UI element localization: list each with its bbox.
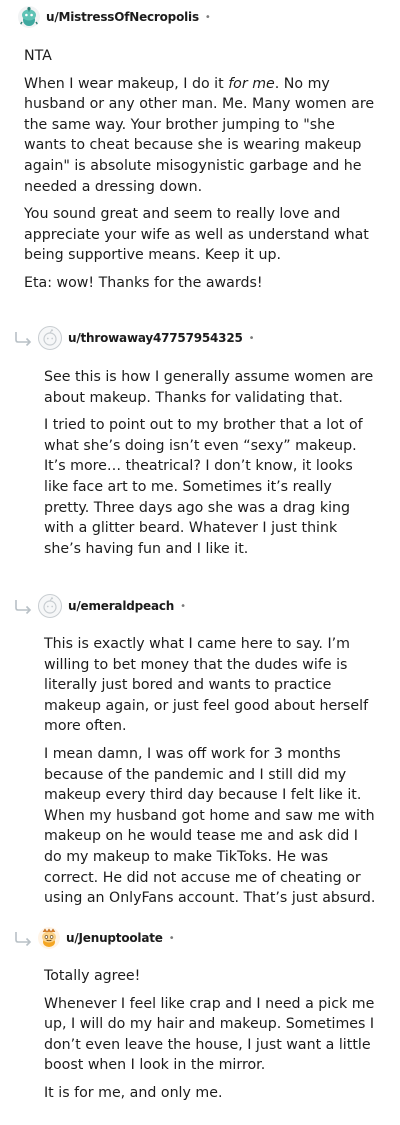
comment: u/MistressOfNecropolis • NTA When I wear… — [0, 0, 400, 300]
comment-paragraph: This is exactly what I came here to say.… — [44, 636, 369, 735]
comment-body: NTA When I wear makeup, I do it for me. … — [24, 46, 376, 301]
avatar[interactable] — [38, 326, 62, 350]
comment-paragraph: When I wear makeup, I do it for me. No m… — [24, 74, 376, 198]
text-span: When I wear makeup, I do it — [24, 75, 229, 92]
emphasis-text: for me — [228, 75, 275, 92]
avatar[interactable] — [18, 6, 40, 28]
avatar[interactable] — [38, 927, 60, 949]
comment: u/throwaway47757954325 • See this is how… — [0, 318, 400, 588]
username[interactable]: u/emeraldpeach — [68, 599, 174, 613]
comment-paragraph: Eta: wow! Thanks for the awards! — [24, 274, 263, 291]
username[interactable]: u/throwaway47757954325 — [68, 331, 243, 345]
separator-dot: • — [248, 332, 255, 344]
comment-paragraph: I mean damn, I was off work for 3 months… — [44, 745, 376, 907]
comment-header: u/emeraldpeach • — [38, 594, 186, 618]
username[interactable]: u/Jenuptoolate — [66, 931, 163, 945]
comment-header: u/Jenuptoolate • — [38, 926, 175, 950]
comment-body: Totally agree! Whenever I feel like crap… — [44, 966, 376, 1111]
reply-arrow-icon — [15, 332, 32, 346]
comment-header: u/throwaway47757954325 • — [38, 326, 255, 350]
reply-arrow-icon — [15, 600, 32, 614]
separator-dot: • — [168, 932, 175, 944]
snoo-avatar-teal-icon — [19, 7, 39, 26]
comment-paragraph: NTA — [24, 48, 52, 64]
comment: u/Jenuptoolate • Totally agree! Whenever… — [0, 918, 400, 1118]
comment-body: This is exactly what I came here to say.… — [44, 634, 376, 916]
comment-header: u/MistressOfNecropolis • — [18, 5, 211, 29]
separator-dot: • — [180, 600, 187, 612]
comment: u/emeraldpeach • This is exactly what I … — [0, 586, 400, 906]
comment-paragraph: See this is how I generally assume women… — [44, 369, 374, 406]
username[interactable]: u/MistressOfNecropolis — [46, 10, 199, 24]
comment-paragraph: I tried to point out to my brother that … — [44, 417, 363, 557]
reply-arrow-icon — [15, 932, 32, 946]
comment-paragraph: Whenever I feel like crap and I need a p… — [44, 995, 375, 1074]
comment-paragraph: You sound great and seem to really love … — [24, 206, 369, 264]
separator-dot: • — [204, 11, 211, 23]
default-avatar-icon — [43, 329, 57, 346]
snoo-avatar-orange-icon — [42, 928, 56, 947]
comment-paragraph: Totally agree! — [44, 968, 141, 984]
avatar[interactable] — [38, 594, 62, 618]
comment-paragraph: It is for me, and only me. — [44, 1084, 223, 1101]
text-span: . No my husband or any other man. Me. Ma… — [24, 75, 375, 195]
default-avatar-icon — [43, 597, 57, 614]
comment-body: See this is how I generally assume women… — [44, 367, 376, 566]
